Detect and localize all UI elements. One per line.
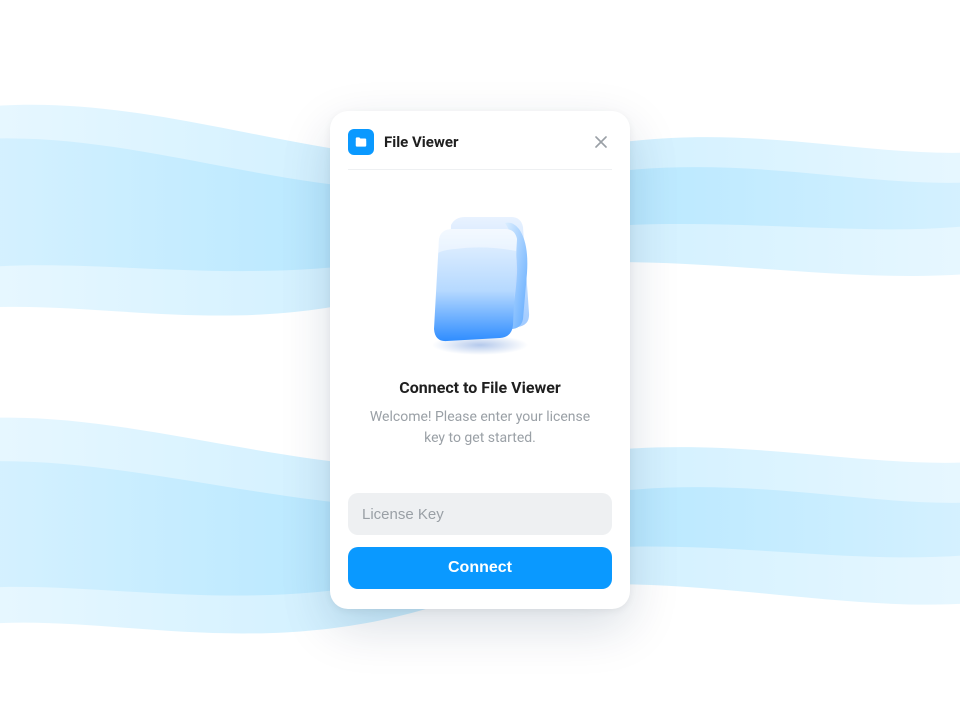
connect-button[interactable]: Connect <box>348 547 612 589</box>
connect-modal: File Viewer <box>330 111 630 609</box>
modal-header: File Viewer <box>348 129 612 170</box>
close-button[interactable] <box>590 131 612 153</box>
folder-small-icon <box>354 135 368 149</box>
app-icon <box>348 129 374 155</box>
modal-heading: Connect to File Viewer <box>399 378 560 397</box>
connect-form: Connect <box>348 493 612 589</box>
folder-illustration <box>400 198 560 368</box>
hero-section: Connect to File Viewer Welcome! Please e… <box>348 170 612 449</box>
modal-subtext: Welcome! Please enter your license key t… <box>365 407 595 449</box>
license-key-input[interactable] <box>348 493 612 535</box>
app-title: File Viewer <box>384 133 580 151</box>
close-icon <box>595 136 607 148</box>
